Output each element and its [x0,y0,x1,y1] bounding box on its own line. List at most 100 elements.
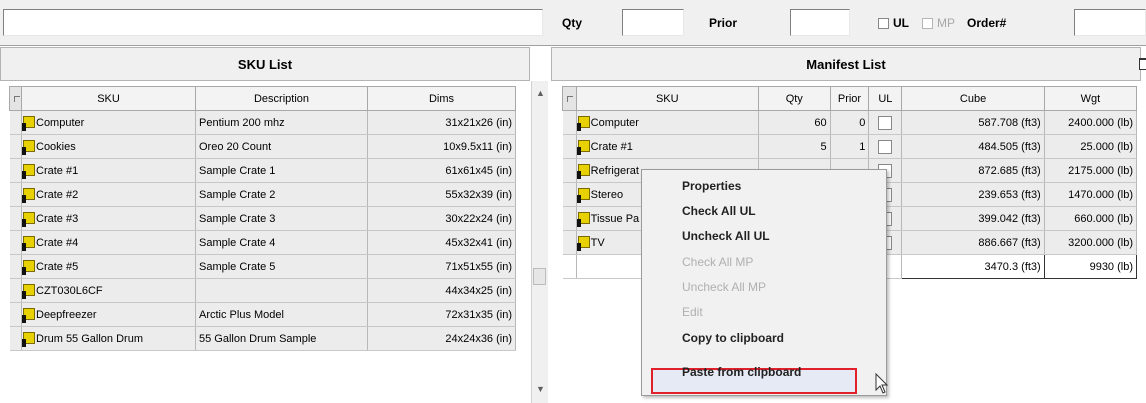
sku-row[interactable]: Crate #5 Sample Crate 5 71x51x55 (in) [9,254,516,279]
dims-cell[interactable]: 71x51x55 (in) [367,254,516,279]
menu-item-check-all-ul[interactable]: Check All UL [682,201,756,221]
wgt-cell[interactable]: 660.000 (lb) [1044,206,1138,231]
prior-cell[interactable]: 1 [830,134,870,159]
description-cell[interactable]: Sample Crate 3 [195,206,368,231]
ul-checkbox[interactable] [878,139,893,154]
menu-item-properties[interactable]: Properties [682,176,741,196]
sku-cell[interactable]: Crate #1 [21,158,196,183]
cube-cell[interactable]: 886.667 (ft3) [901,230,1045,255]
description-cell[interactable]: Pentium 200 mhz [195,110,368,135]
dims-cell[interactable]: 24x24x36 (in) [367,326,516,351]
row-selector[interactable] [9,254,22,279]
cube-col-header[interactable]: Cube [901,86,1045,111]
sku-cell[interactable]: Crate #2 [21,182,196,207]
sku-row[interactable]: Crate #2 Sample Crate 2 55x32x39 (in) [9,182,516,207]
row-selector[interactable] [562,206,577,231]
wgt-cell[interactable]: 2400.000 (lb) [1044,110,1138,135]
description-cell[interactable]: Sample Crate 1 [195,158,368,183]
dims-cell[interactable]: 31x21x26 (in) [367,110,516,135]
row-selector[interactable] [9,302,22,327]
dims-cell[interactable]: 44x34x25 (in) [367,278,516,303]
row-selector[interactable] [9,230,22,255]
scroll-up-arrow-icon[interactable]: ▲ [532,85,549,102]
dims-cell[interactable]: 45x32x41 (in) [367,230,516,255]
description-cell[interactable]: Sample Crate 4 [195,230,368,255]
description-cell[interactable]: 55 Gallon Drum Sample [195,326,368,351]
qty-col-header[interactable]: Qty [757,86,831,111]
sku-row[interactable]: Drum 55 Gallon Drum 55 Gallon Drum Sample… [9,326,516,351]
sku-cell[interactable]: Cookies [21,134,196,159]
sku-grid-corner[interactable] [9,86,22,111]
row-selector[interactable] [9,206,22,231]
dims-cell[interactable]: 72x31x35 (in) [367,302,516,327]
wgt-cell[interactable]: 2175.000 (lb) [1044,158,1138,183]
ul-cell[interactable] [868,134,903,159]
ul-checkbox[interactable] [878,18,889,29]
wgt-cell[interactable]: 1470.000 (lb) [1044,182,1138,207]
row-selector[interactable] [562,134,577,159]
prior-field[interactable] [790,9,850,36]
menu-item-copy-to-clipboard[interactable]: Copy to clipboard [682,328,784,348]
wgt-cell[interactable]: 25.000 (lb) [1044,134,1138,159]
row-selector[interactable] [562,110,577,135]
row-selector[interactable] [9,158,22,183]
description-cell[interactable]: Sample Crate 2 [195,182,368,207]
prior-cell[interactable]: 0 [830,110,870,135]
search-input[interactable] [3,9,543,36]
scroll-thumb[interactable] [533,268,546,285]
description-cell[interactable]: Oreo 20 Count [195,134,368,159]
row-selector[interactable] [562,182,577,207]
sku-row[interactable]: Deepfreezer Arctic Plus Model 72x31x35 (in… [9,302,516,327]
dims-cell[interactable]: 10x9.5x11 (in) [367,134,516,159]
description-cell[interactable] [195,278,368,303]
dims-cell[interactable]: 30x22x24 (in) [367,206,516,231]
order-field[interactable] [1074,9,1146,36]
dims-col-header[interactable]: Dims [367,86,516,111]
sku-cell[interactable]: Deepfreezer [21,302,196,327]
scroll-down-arrow-icon[interactable]: ▼ [532,381,549,398]
wgt-col-header[interactable]: Wgt [1043,86,1138,111]
sku-cell[interactable]: Drum 55 Gallon Drum [21,326,196,351]
description-cell[interactable]: Arctic Plus Model [195,302,368,327]
sku-cell[interactable]: Crate #5 [21,254,196,279]
menu-item-paste-from-clipboard[interactable]: Paste from clipboard [682,362,801,382]
row-selector[interactable] [562,230,577,255]
wgt-cell[interactable]: 3200.000 (lb) [1044,230,1138,255]
manifest-sku-col-header[interactable]: SKU [575,86,759,111]
cube-cell[interactable]: 872.685 (ft3) [901,158,1045,183]
cube-cell[interactable]: 484.505 (ft3) [901,134,1045,159]
panel-restore-icon[interactable] [1139,58,1146,70]
row-selector[interactable] [9,110,22,135]
sku-cell[interactable]: CZT030L6CF [21,278,196,303]
row-selector[interactable] [9,134,22,159]
row-selector[interactable] [9,326,22,351]
menu-item-uncheck-all-ul[interactable]: Uncheck All UL [682,226,770,246]
dims-cell[interactable]: 61x61x45 (in) [367,158,516,183]
sku-row[interactable]: Crate #3 Sample Crate 3 30x22x24 (in) [9,206,516,231]
sku-cell[interactable]: Computer [21,110,196,135]
sku-cell[interactable]: Crate #4 [21,230,196,255]
manifest-sku-cell[interactable]: Crate #1 [576,134,759,159]
row-selector[interactable] [9,182,22,207]
sku-cell[interactable]: Crate #3 [21,206,196,231]
cube-cell[interactable]: 587.708 (ft3) [901,110,1045,135]
row-selector[interactable] [562,158,577,183]
sku-row[interactable]: Crate #4 Sample Crate 4 45x32x41 (in) [9,230,516,255]
manifest-sku-cell[interactable]: Computer [576,110,759,135]
qty-field[interactable] [622,9,684,36]
manifest-row[interactable]: Computer 60 0 587.708 (ft3) 2400.000 (lb) [562,110,1138,135]
sku-row[interactable]: Computer Pentium 200 mhz 31x21x26 (in) [9,110,516,135]
prior-col-header[interactable]: Prior [829,86,870,111]
sku-vertical-scrollbar[interactable]: ▲ ▼ [531,81,548,403]
ul-col-header[interactable]: UL [868,86,903,111]
description-cell[interactable]: Sample Crate 5 [195,254,368,279]
manifest-row[interactable]: Crate #1 5 1 484.505 (ft3) 25.000 (lb) [562,134,1138,159]
cube-cell[interactable]: 239.653 (ft3) [901,182,1045,207]
sku-col-header[interactable]: SKU [21,86,196,111]
sku-row[interactable]: Crate #1 Sample Crate 1 61x61x45 (in) [9,158,516,183]
dims-cell[interactable]: 55x32x39 (in) [367,182,516,207]
manifest-grid-corner[interactable] [562,86,577,111]
sku-row[interactable]: Cookies Oreo 20 Count 10x9.5x11 (in) [9,134,516,159]
ul-checkbox[interactable] [878,115,893,130]
sku-row[interactable]: CZT030L6CF 44x34x25 (in) [9,278,516,303]
